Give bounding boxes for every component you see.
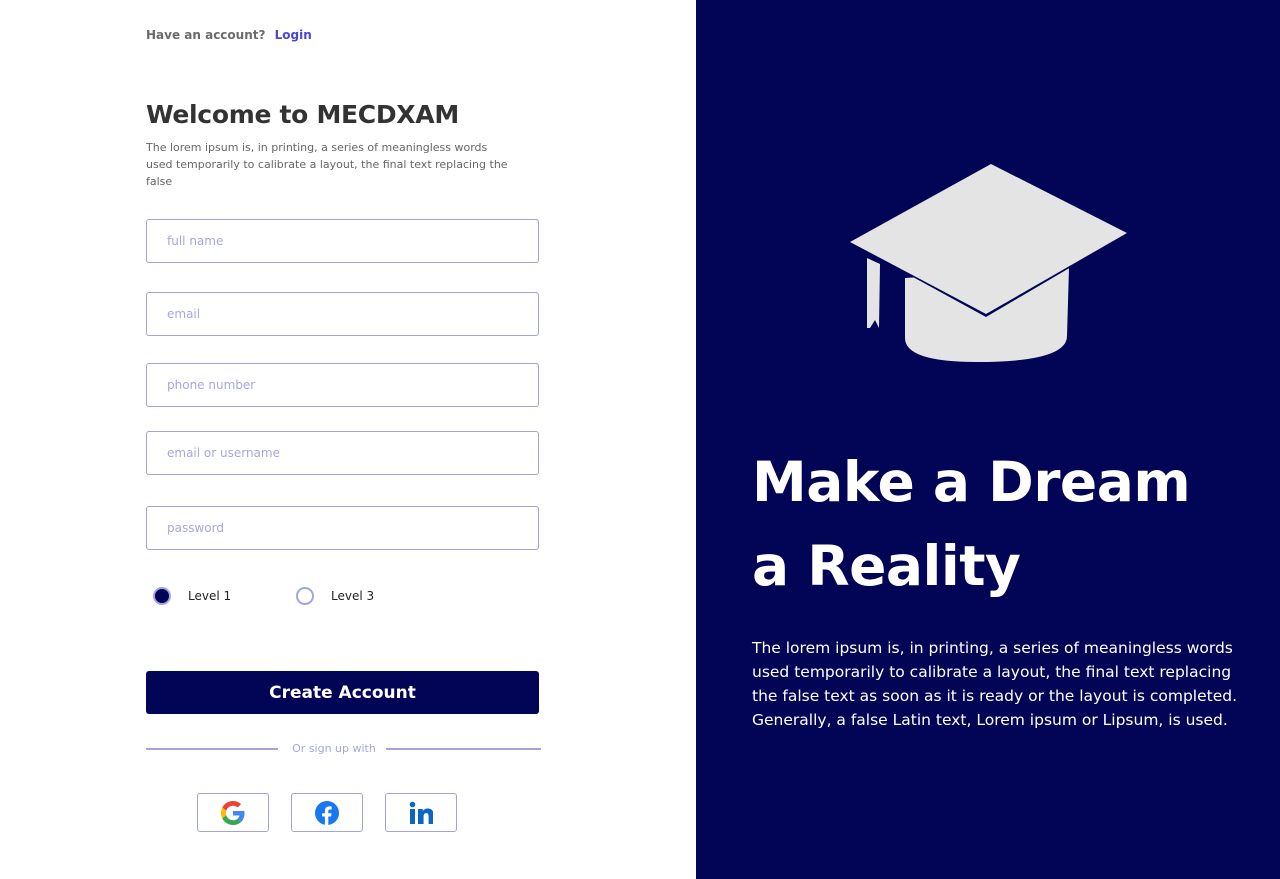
create-account-button[interactable]: Create Account [146,671,539,714]
have-account-text: Have an account? [146,28,266,42]
signup-panel: Have an account? Login Welcome to MECDXA… [0,0,696,879]
hero-line-2: a Reality [752,534,1021,598]
page-subtitle: The lorem ipsum is, in printing, a serie… [146,141,508,188]
password-field [146,506,539,550]
page-title: Welcome to MECDXAM [146,100,459,129]
level-1-radio[interactable]: Level 1 [153,587,231,605]
full-name-field [146,219,539,263]
username-input[interactable] [147,432,538,474]
have-account-line: Have an account? Login [146,28,312,42]
graduation-cap-icon [849,162,1129,362]
level-1-label: Level 1 [188,589,232,603]
google-icon [221,800,245,825]
radio-unchecked-icon[interactable] [296,587,314,605]
email-field [146,292,539,336]
hero-heading: Make a Dream a Reality [752,440,1191,608]
phone-field [146,363,539,407]
username-field [146,431,539,475]
password-input[interactable] [147,507,538,549]
level-3-radio[interactable]: Level 3 [296,587,374,605]
level-3-label: Level 3 [331,589,375,603]
radio-checked-icon[interactable] [153,587,171,605]
hero-description: The lorem ipsum is, in printing, a serie… [752,639,1238,729]
google-signup-button[interactable] [197,793,269,832]
divider-left [146,748,278,750]
phone-input[interactable] [147,364,538,406]
hero-line-1: Make a Dream [752,450,1191,514]
divider-right [386,748,541,750]
facebook-signup-button[interactable] [291,793,363,832]
login-link[interactable]: Login [275,28,312,42]
linkedin-icon [409,801,433,824]
linkedin-signup-button[interactable] [385,793,457,832]
facebook-icon [315,800,339,825]
email-input[interactable] [147,293,538,335]
or-sign-up-text: Or sign up with [292,742,376,755]
full-name-input[interactable] [147,220,538,262]
